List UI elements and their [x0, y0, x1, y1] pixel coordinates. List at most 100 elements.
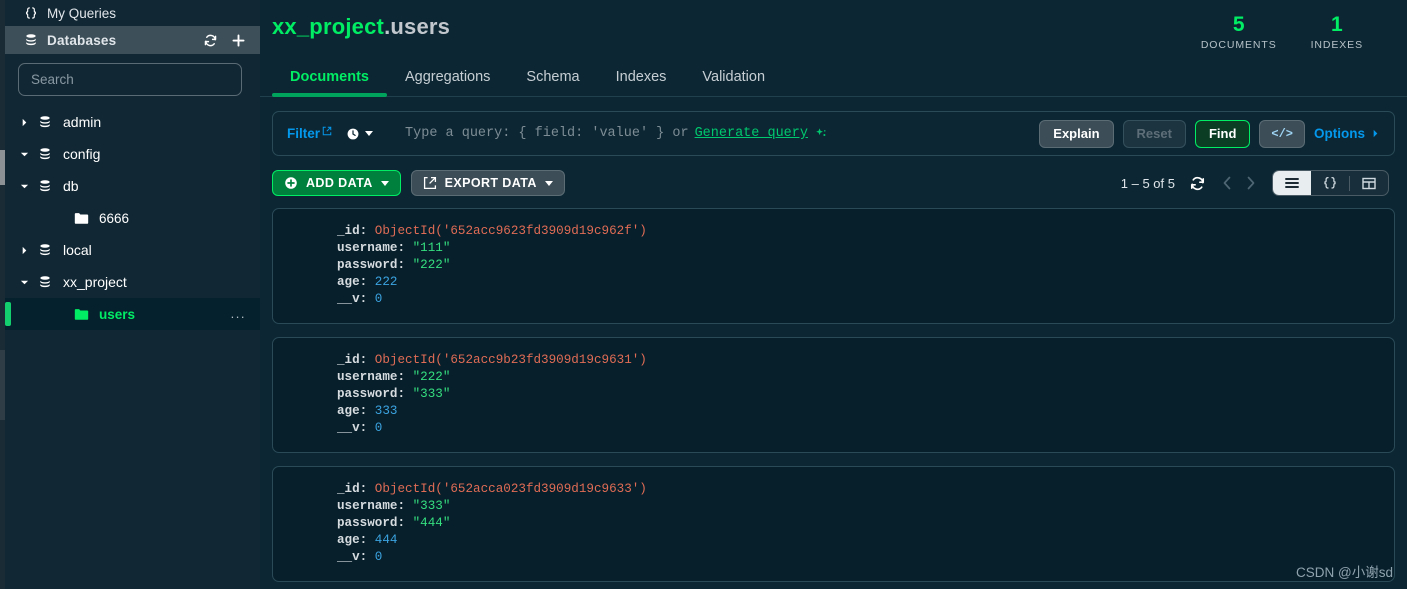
documents-toolbar: ADD DATA EXPORT DATA 1 – 5 of 5 — [272, 170, 1395, 196]
field-value: 0 — [374, 421, 383, 435]
chevron-right-icon[interactable] — [16, 246, 32, 255]
field-value: 222 — [374, 275, 398, 289]
database-icon — [38, 275, 52, 289]
tab-validation[interactable]: Validation — [684, 63, 783, 96]
sidebar-item-users[interactable]: users ... — [0, 298, 260, 330]
compass-window: My Queries Databases Search admin config… — [0, 0, 1407, 589]
braces-icon — [24, 6, 38, 20]
options-toggle[interactable]: Options — [1314, 126, 1380, 141]
collection-tabs: Documents Aggregations Schema Indexes Va… — [260, 63, 1407, 97]
list-view-button[interactable] — [1273, 171, 1311, 195]
field-key: password: — [337, 258, 406, 272]
tree-label: config — [63, 146, 101, 162]
sidebar-item-6666[interactable]: 6666 — [0, 202, 260, 234]
chevron-down-icon — [365, 131, 374, 136]
sidebar-item-admin[interactable]: admin — [0, 106, 260, 138]
plus-icon[interactable] — [231, 33, 246, 48]
query-placeholder-text: Type a query: { field: 'value' } or — [405, 126, 689, 141]
field-key: __v: — [337, 421, 368, 435]
clock-icon — [346, 127, 360, 141]
sidebar-item-my-queries[interactable]: My Queries — [0, 0, 260, 26]
namespace-header: xx_project.users 5 DOCUMENTS 1 INDEXES — [260, 0, 1407, 52]
main-content: xx_project.users 5 DOCUMENTS 1 INDEXES D… — [260, 0, 1407, 589]
reset-button[interactable]: Reset — [1122, 119, 1186, 148]
tree-label: admin — [63, 114, 102, 130]
query-input[interactable]: Type a query: { field: 'value' } or Gene… — [405, 126, 827, 141]
export-to-language-icon[interactable]: </> — [1259, 119, 1305, 148]
generate-query-link[interactable]: Generate query — [695, 126, 808, 141]
refresh-icon[interactable] — [203, 33, 218, 48]
field-value: 333 — [374, 404, 398, 418]
query-history-button[interactable] — [346, 127, 374, 141]
chevron-down-icon — [544, 180, 553, 186]
collection-more-menu-icon[interactable]: ... — [231, 307, 246, 320]
stat-documents-label: DOCUMENTS — [1200, 39, 1277, 51]
database-icon — [38, 147, 52, 161]
chevron-down-icon[interactable] — [16, 150, 32, 159]
field-key: age: — [337, 533, 368, 547]
active-indicator — [5, 302, 11, 326]
field-key: username: — [337, 499, 406, 513]
folder-icon — [74, 212, 89, 225]
document-card[interactable]: _id: ObjectId('652acc9623fd3909d19c962f'… — [272, 208, 1395, 324]
export-data-button[interactable]: EXPORT DATA — [410, 170, 565, 196]
export-icon — [423, 176, 437, 190]
tab-schema[interactable]: Schema — [508, 63, 597, 96]
document-field-password: password: "333" — [337, 386, 1376, 403]
field-key: _id: — [337, 353, 368, 367]
tab-indexes[interactable]: Indexes — [598, 63, 685, 96]
sidebar-item-config[interactable]: config — [0, 138, 260, 170]
pagination-range: 1 – 5 of 5 — [1120, 175, 1175, 191]
external-link-icon[interactable] — [322, 126, 332, 141]
stat-indexes: 1 INDEXES — [1311, 14, 1363, 52]
document-field-v: __v: 0 — [337, 420, 1376, 437]
database-icon — [38, 243, 52, 257]
chevron-down-icon — [380, 180, 389, 186]
document-field-password: password: "444" — [337, 515, 1376, 532]
document-field-username: username: "333" — [337, 498, 1376, 515]
database-icon — [38, 179, 52, 193]
field-key: username: — [337, 241, 406, 255]
search-input[interactable] — [18, 63, 242, 96]
prev-page-button[interactable] — [1220, 175, 1234, 191]
field-key: username: — [337, 370, 406, 384]
next-page-button[interactable] — [1244, 175, 1258, 191]
document-card[interactable]: _id: ObjectId('652acca023fd3909d19c9633'… — [272, 466, 1395, 582]
sidebar-item-local[interactable]: local — [0, 234, 260, 266]
page-title: xx_project.users — [272, 14, 450, 40]
add-data-button[interactable]: ADD DATA — [272, 170, 401, 196]
add-data-label: ADD DATA — [306, 176, 373, 190]
sidebar-item-db[interactable]: db — [0, 170, 260, 202]
tab-documents[interactable]: Documents — [272, 63, 387, 97]
filter-label: Filter — [287, 126, 321, 141]
chevron-right-icon[interactable] — [16, 118, 32, 127]
tree-label: users — [99, 306, 136, 322]
folder-icon — [74, 308, 89, 321]
json-view-button[interactable] — [1311, 171, 1349, 195]
sidebar-section-databases[interactable]: Databases — [0, 26, 260, 54]
chevron-down-icon[interactable] — [16, 182, 32, 191]
field-key: __v: — [337, 292, 368, 306]
table-view-button[interactable] — [1350, 171, 1388, 195]
tab-aggregations[interactable]: Aggregations — [387, 63, 508, 96]
document-field-age: age: 333 — [337, 403, 1376, 420]
explain-button[interactable]: Explain — [1039, 119, 1114, 148]
chevron-down-icon[interactable] — [16, 278, 32, 287]
field-value: ObjectId('652acc9623fd3909d19c962f') — [374, 224, 647, 238]
page-title-collection: users — [390, 14, 451, 39]
find-button[interactable]: Find — [1194, 119, 1251, 148]
sidebar-item-xx-project[interactable]: xx_project — [0, 266, 260, 298]
field-key: age: — [337, 275, 368, 289]
document-card[interactable]: _id: ObjectId('652acc9b23fd3909d19c9631'… — [272, 337, 1395, 453]
documents-toolbar-right: 1 – 5 of 5 — [1121, 170, 1395, 196]
documents-list: _id: ObjectId('652acc9623fd3909d19c962f'… — [272, 208, 1395, 582]
field-key: password: — [337, 516, 406, 530]
search-container — [0, 54, 260, 102]
refresh-icon[interactable] — [1189, 175, 1206, 192]
filter-label-group[interactable]: Filter — [287, 126, 332, 141]
field-key: password: — [337, 387, 406, 401]
field-value: 0 — [374, 550, 383, 564]
options-label: Options — [1314, 126, 1365, 141]
database-icon — [24, 33, 38, 47]
field-value: 0 — [374, 292, 383, 306]
